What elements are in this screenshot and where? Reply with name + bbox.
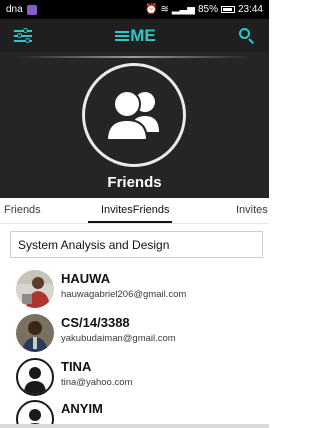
logo-mark-icon	[115, 30, 130, 41]
filter-sliders-icon[interactable]	[14, 27, 32, 44]
contact-name: TINA	[61, 359, 92, 374]
default-avatar-icon	[24, 367, 46, 394]
avatar	[16, 358, 54, 396]
tab-bar: Friends InvitesFriends Invites	[0, 198, 269, 224]
status-bar: dna ⏰ ≋ ▂▃▅ 85% 23:44	[0, 0, 269, 19]
contact-email: tina@yahoo.com	[61, 377, 133, 388]
contacts-list: HAUWA hauwagabriel206@gmail.com CS/14/33…	[0, 266, 269, 428]
active-tab-indicator	[88, 221, 172, 223]
app-logo-text: ME	[130, 25, 156, 45]
contact-photo	[16, 270, 54, 308]
contact-email: yakubudaiman@gmail.com	[61, 333, 176, 344]
tab-friends[interactable]: Friends	[4, 204, 41, 216]
contact-name: CS/14/3388	[61, 315, 130, 330]
wifi-icon: ≋	[160, 4, 169, 15]
bottom-edge	[0, 424, 269, 428]
contact-name: HAUWA	[61, 271, 111, 286]
contact-email: hauwagabriel206@gmail.com	[61, 289, 187, 300]
list-item[interactable]: TINA tina@yahoo.com	[0, 356, 269, 400]
group-name-value: System Analysis and Design	[18, 237, 170, 252]
alarm-icon: ⏰	[145, 4, 158, 15]
list-item[interactable]: HAUWA hauwagabriel206@gmail.com	[0, 268, 269, 312]
tab-invites-friends[interactable]: InvitesFriends	[101, 204, 169, 216]
app-bar: ME	[0, 19, 269, 52]
search-icon[interactable]	[239, 27, 255, 44]
app-logo: ME	[115, 26, 156, 46]
app-badge-icon	[26, 4, 37, 15]
contact-name: ANYIM	[61, 401, 103, 416]
group-avatar	[82, 63, 186, 167]
group-people-icon	[105, 90, 159, 141]
list-item[interactable]: CS/14/3388 yakubudaiman@gmail.com	[0, 312, 269, 356]
group-header: Friends	[0, 52, 269, 198]
battery-icon	[220, 6, 235, 13]
tab-invites[interactable]: Invites	[236, 204, 268, 216]
group-title: Friends	[107, 174, 162, 191]
avatar	[16, 270, 54, 308]
carrier-label: dna	[6, 4, 23, 15]
signal-icon: ▂▃▅	[171, 4, 195, 15]
header-divider	[18, 56, 251, 58]
battery-percent: 85%	[197, 4, 218, 15]
contact-photo	[16, 314, 54, 352]
status-time: 23:44	[237, 4, 263, 15]
group-name-field[interactable]: System Analysis and Design	[10, 231, 263, 258]
avatar	[16, 314, 54, 352]
